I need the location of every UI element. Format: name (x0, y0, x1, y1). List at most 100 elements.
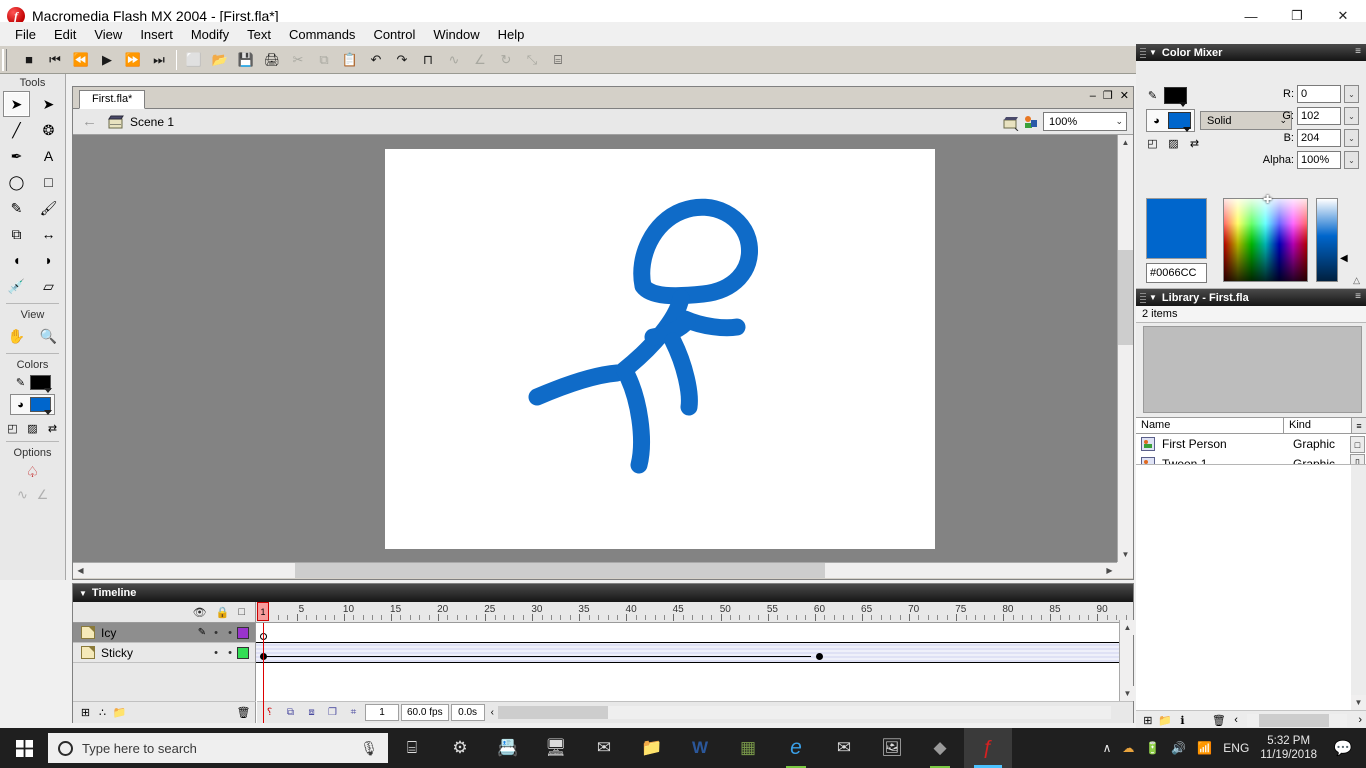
brightness-pointer-icon[interactable]: ◀ (1340, 253, 1348, 264)
selection-tool[interactable]: ➤ (3, 91, 30, 117)
lock-icon[interactable]: 🔒 (216, 606, 230, 619)
color-preview-swatch[interactable] (1146, 198, 1207, 259)
save-button[interactable]: 💾 (233, 48, 259, 72)
zoom-tool[interactable]: 🔍 (35, 323, 62, 349)
mixer-collapse-icon[interactable]: △ (1353, 275, 1360, 286)
column-header-kind[interactable]: Kind (1284, 418, 1352, 433)
scroll-left-arrow-icon[interactable]: ◀ (73, 563, 88, 578)
scale-button[interactable]: ⤡ (519, 48, 545, 72)
no-color-button[interactable]: ▨ (1167, 137, 1180, 150)
workspace[interactable] (73, 135, 1117, 562)
frame-row[interactable] (256, 643, 1133, 663)
brush-tool[interactable]: 🖌 (35, 195, 62, 221)
back-arrow-icon[interactable]: ← (77, 113, 102, 130)
outline-icon[interactable]: □ (238, 606, 245, 618)
document-restore-button[interactable]: ❐ (1103, 90, 1113, 102)
vertical-scroll-thumb[interactable] (1118, 250, 1133, 345)
scroll-right-arrow-icon[interactable]: ▶ (1102, 563, 1117, 578)
library-item-row[interactable]: First Person Graphic (1136, 434, 1366, 454)
scroll-left-icon[interactable]: ‹ (487, 707, 498, 718)
rectangle-tool[interactable]: □ (35, 169, 62, 195)
layer-visibility-toggle[interactable]: • (209, 627, 223, 639)
eye-visibility-icon[interactable]: 👁 (193, 606, 207, 619)
collapse-arrow-icon[interactable]: ▼ (79, 589, 87, 598)
pencil-tool[interactable]: ✎ (3, 195, 30, 221)
library-title-bar[interactable]: ▼ Library - First.fla ≡ (1136, 289, 1366, 306)
black-and-white-button[interactable]: ◰ (1146, 137, 1159, 150)
onion-skin-outlines-button[interactable]: ⧈ (302, 704, 321, 721)
library-scroll-down-icon[interactable]: ▼ (1351, 695, 1366, 710)
eyedropper-tool[interactable]: 💉 (3, 273, 30, 299)
hex-color-input[interactable]: #0066CC (1146, 263, 1207, 283)
edit-scene-icon[interactable] (1003, 115, 1019, 131)
menu-modify[interactable]: Modify (182, 24, 238, 45)
battery-icon[interactable]: 🔋 (1145, 741, 1160, 755)
mixer-fill-swatch[interactable] (1168, 112, 1191, 132)
modify-onion-markers-button[interactable]: ⌗ (344, 704, 363, 721)
menu-file[interactable]: File (6, 24, 45, 45)
straighten-option-icon[interactable]: ∠ (36, 487, 49, 502)
panel-menu-icon[interactable]: ≡ (1355, 291, 1361, 302)
frame-rate-field[interactable]: 60.0 fps (401, 704, 449, 721)
smooth-option-icon[interactable]: ∿ (16, 487, 29, 502)
smooth-button[interactable]: ∿ (441, 48, 467, 72)
scroll-thumb[interactable] (497, 706, 608, 719)
go-to-start-button[interactable]: ⏮ (42, 48, 68, 72)
taskbar-contacts-icon[interactable]: 📇 (484, 728, 532, 768)
taskbar-photos-icon[interactable]: 🖼 (868, 728, 916, 768)
layer-lock-toggle[interactable]: • (223, 647, 237, 659)
layer-outline-color[interactable] (237, 626, 249, 639)
open-folder-button[interactable]: 📂 (207, 48, 233, 72)
channel-input[interactable]: 100% (1297, 151, 1341, 169)
channel-input[interactable]: 102 (1297, 107, 1341, 125)
print-button[interactable]: 🖨 (259, 48, 285, 72)
hand-tool[interactable]: ✋ (3, 323, 30, 349)
redo-button[interactable]: ↷ (389, 48, 415, 72)
current-frame-field[interactable]: 1 (365, 704, 399, 721)
delete-layer-button[interactable]: 🗑 (237, 706, 251, 719)
clock[interactable]: 5:32 PM 11/19/2018 (1260, 734, 1317, 762)
task-view-icon[interactable]: ⌸ (388, 728, 436, 768)
new-symbol-button[interactable]: ⊞ (1142, 714, 1154, 727)
stroke-color-swatch[interactable] (30, 375, 52, 393)
delete-button[interactable]: 🗑 (1212, 714, 1226, 727)
rotate-button[interactable]: ↻ (493, 48, 519, 72)
eraser-tool[interactable]: ▱ (35, 273, 62, 299)
menu-edit[interactable]: Edit (45, 24, 85, 45)
zoom-level-select[interactable]: 100% ⌄ (1043, 112, 1127, 131)
new-folder-button[interactable]: 📁 (1158, 714, 1172, 727)
layer-lock-toggle[interactable]: • (223, 627, 237, 639)
saturation-value-picker[interactable] (1223, 198, 1308, 282)
layer-row[interactable]: Icy ✎ • • (73, 623, 255, 643)
step-forward-button[interactable]: ⏩ (120, 48, 146, 72)
elapsed-time-field[interactable]: 0.0s (450, 704, 485, 721)
library-preview-area[interactable] (1143, 326, 1362, 413)
mixer-stroke-swatch[interactable] (1164, 87, 1187, 107)
timeline-title-bar[interactable]: ▼ Timeline (73, 584, 1133, 602)
align-button[interactable]: ⌸ (545, 48, 571, 72)
edit-multiple-frames-button[interactable]: ❐ (323, 704, 342, 721)
scroll-up-arrow-icon[interactable]: ▲ (1118, 135, 1133, 150)
language-indicator[interactable]: ENG (1223, 741, 1249, 755)
menu-insert[interactable]: Insert (131, 24, 182, 45)
scene-name-label[interactable]: Scene 1 (130, 115, 174, 129)
playhead-marker[interactable]: 1 (257, 602, 269, 621)
channel-stepper[interactable]: ⌄ (1344, 129, 1359, 147)
panel-grip[interactable] (1140, 47, 1146, 58)
toolbar-grip[interactable] (2, 48, 8, 71)
library-horizontal-scrollbar[interactable] (1246, 713, 1348, 727)
insert-layer-button[interactable]: ⊞ (79, 706, 92, 719)
scroll-right-button[interactable]: › (1354, 714, 1366, 727)
timeline-vertical-scrollbar[interactable]: ▲ ▼ (1119, 620, 1135, 701)
collapse-arrow-icon[interactable]: ▼ (1149, 48, 1157, 57)
library-vertical-scrollbar[interactable]: ▼ (1351, 465, 1366, 710)
layer-name-label[interactable]: Icy (101, 626, 195, 640)
black-and-white-button[interactable]: ◰ (6, 422, 19, 435)
menu-view[interactable]: View (85, 24, 131, 45)
network-icon[interactable]: 📶 (1197, 741, 1212, 755)
play-button[interactable]: ▶ (94, 48, 120, 72)
timeline-scroll-down-icon[interactable]: ▼ (1120, 686, 1135, 701)
tray-chevron-icon[interactable]: ∧ (1103, 741, 1112, 755)
timeline-horizontal-scrollbar[interactable]: ‹ (486, 705, 1111, 720)
properties-button[interactable]: ℹ (1177, 714, 1189, 727)
